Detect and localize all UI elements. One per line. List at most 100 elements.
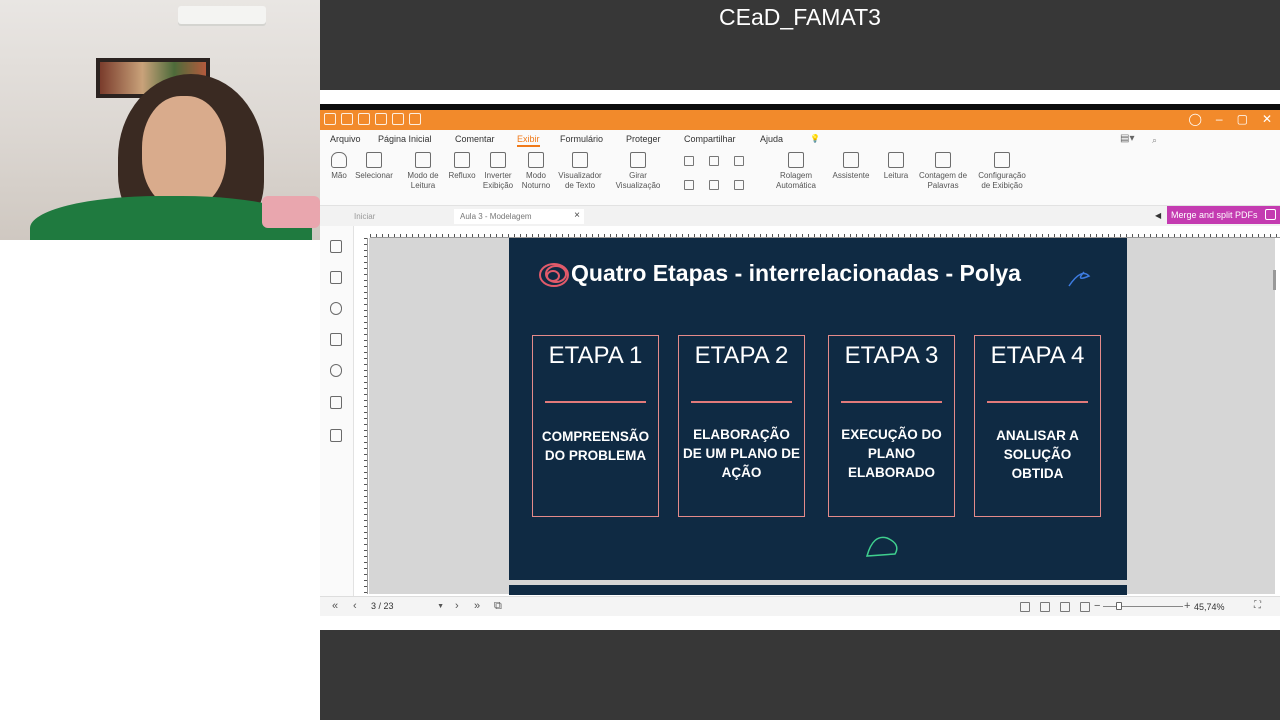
- layers-icon[interactable]: [330, 333, 342, 346]
- tool-inverter-exibicao[interactable]: Inverter Exibição: [480, 152, 516, 191]
- zoom-slider[interactable]: [1103, 606, 1183, 607]
- last-page-icon[interactable]: »: [474, 600, 480, 612]
- merge-split-pdfs-button[interactable]: Merge and split PDFs: [1167, 206, 1280, 224]
- etapa-description: ANALISAR A SOLUÇÃO OBTIDA: [996, 428, 1079, 481]
- maximize-icon[interactable]: ▢: [1237, 112, 1248, 126]
- facing-view-icon[interactable]: [1060, 602, 1070, 612]
- zoom-out-icon[interactable]: −: [1094, 600, 1100, 612]
- redo-icon[interactable]: [409, 113, 421, 125]
- search-icon: ⌕: [1152, 135, 1158, 145]
- tool-label: Modo de Leitura: [407, 171, 439, 190]
- menu-proteger[interactable]: Proteger: [626, 134, 661, 144]
- ribbon-exibir: Mão Selecionar Modo de Leitura Refluxo I…: [320, 148, 1280, 206]
- tool-label: Modo Noturno: [521, 171, 551, 190]
- quick-access-toolbar: [324, 113, 421, 125]
- chevron-down-icon[interactable]: ▼: [437, 600, 444, 613]
- cover-page-icon[interactable]: [684, 180, 694, 190]
- menu-compartilhar[interactable]: Compartilhar: [684, 134, 736, 144]
- tool-label: Assistente: [832, 171, 870, 180]
- menu-formulario[interactable]: Formulário: [560, 134, 603, 144]
- first-page-icon[interactable]: «: [332, 600, 338, 612]
- close-tab-icon[interactable]: ×: [574, 210, 580, 221]
- blue-scribble-annotation: [1068, 271, 1091, 287]
- document-tab-bar: Iniciar Aula 3 - Modelagem × ◀: [320, 206, 1280, 226]
- page-number-field[interactable]: 3 / 23 ▼: [368, 600, 446, 613]
- tool-label: Configuração de Exibição: [978, 171, 1026, 190]
- tool-label: Girar Visualização: [615, 171, 661, 190]
- pages-icon[interactable]: [330, 271, 342, 284]
- tool-girar-visualizacao[interactable]: Girar Visualização: [612, 152, 664, 191]
- menu-ajuda[interactable]: Ajuda: [760, 134, 783, 144]
- document-canvas[interactable]: Quatro Etapas - interrelacionadas - Poly…: [369, 238, 1275, 595]
- tool-label: Leitura: [883, 171, 909, 180]
- undo-icon[interactable]: [392, 113, 404, 125]
- etapa-heading: ETAPA 3: [844, 342, 939, 369]
- security-icon[interactable]: [330, 396, 342, 409]
- print-icon[interactable]: [375, 113, 387, 125]
- separate-cover-icon[interactable]: [709, 180, 719, 190]
- tool-modo-leitura[interactable]: Modo de Leitura: [404, 152, 442, 191]
- vertical-scrollbar[interactable]: [1273, 270, 1276, 290]
- split-view-icon[interactable]: [734, 180, 744, 190]
- zoom-level[interactable]: 45,74%: [1194, 602, 1225, 612]
- card-divider: [691, 401, 792, 403]
- tab-list-arrow-icon[interactable]: ◀: [1155, 211, 1161, 220]
- air-conditioner: [178, 6, 266, 24]
- signature-icon[interactable]: [330, 429, 342, 442]
- menu-comentar[interactable]: Comentar: [455, 134, 495, 144]
- tool-visualizador-texto[interactable]: Visualizador de Texto: [556, 152, 604, 191]
- search-input[interactable]: ⌕: [1150, 132, 1260, 146]
- tool-mao[interactable]: Mão: [328, 152, 350, 181]
- tool-rolagem-automatica[interactable]: Rolagem Automática: [768, 152, 824, 191]
- close-icon[interactable]: ✕: [1262, 112, 1272, 126]
- session-title: CEaD_FAMAT3: [719, 4, 881, 30]
- continuous-page-icon[interactable]: [709, 156, 719, 166]
- tab-document[interactable]: Aula 3 - Modelagem ×: [454, 209, 584, 224]
- tell-me-lightbulb-icon[interactable]: 💡: [810, 134, 820, 143]
- bookmark-icon[interactable]: [330, 240, 342, 253]
- word-count-icon: [935, 152, 951, 168]
- menu-pagina-inicial[interactable]: Página Inicial: [378, 134, 432, 144]
- zoom-in-icon[interactable]: +: [1184, 600, 1190, 612]
- continuous-view-icon[interactable]: [1040, 602, 1050, 612]
- tool-contagem-palavras[interactable]: Contagem de Palavras: [918, 152, 968, 191]
- tool-label: Inverter Exibição: [482, 171, 514, 190]
- next-page-icon[interactable]: ›: [455, 600, 459, 612]
- zoom-slider-thumb[interactable]: [1116, 602, 1122, 610]
- account-icon[interactable]: ◯: [1188, 112, 1201, 126]
- previous-page-icon[interactable]: ‹: [353, 600, 357, 612]
- assistant-icon: [843, 152, 859, 168]
- single-page-icon[interactable]: [684, 156, 694, 166]
- fullscreen-icon[interactable]: ⛶: [1254, 600, 1261, 611]
- tool-selecionar[interactable]: Selecionar: [352, 152, 396, 181]
- attachments-icon[interactable]: [330, 364, 342, 377]
- two-page-icon[interactable]: [734, 156, 744, 166]
- text-viewer-icon: [572, 152, 588, 168]
- green-scribble-annotation: [865, 536, 898, 557]
- menu-exibir[interactable]: Exibir: [517, 134, 540, 147]
- tool-configuracao-exibicao[interactable]: Configuração de Exibição: [974, 152, 1030, 191]
- etapa-description: EXECUÇÃO DO PLANO ELABORADO: [841, 427, 942, 480]
- background-object: [262, 196, 320, 228]
- save-icon[interactable]: [358, 113, 370, 125]
- tool-label: Selecionar: [355, 171, 393, 180]
- layout-icon[interactable]: ▤▾: [1120, 133, 1134, 144]
- tool-leitura[interactable]: Leitura: [880, 152, 912, 181]
- continuous-facing-view-icon[interactable]: [1080, 602, 1090, 612]
- vertical-ruler: [356, 238, 368, 594]
- open-icon[interactable]: [341, 113, 353, 125]
- etapa-heading: ETAPA 2: [694, 342, 789, 369]
- app-logo-icon: [324, 113, 336, 125]
- tool-assistente[interactable]: Assistente: [828, 152, 874, 181]
- merge-pdf-icon: [1265, 209, 1276, 220]
- tool-refluxo[interactable]: Refluxo: [445, 152, 479, 181]
- tab-iniciar[interactable]: Iniciar: [354, 212, 375, 221]
- tool-modo-noturno[interactable]: Modo Noturno: [518, 152, 554, 191]
- comments-icon[interactable]: [330, 302, 342, 315]
- page-view-icon[interactable]: ⧉: [494, 600, 502, 613]
- tool-label: Visualizador de Texto: [558, 171, 602, 190]
- minimize-icon[interactable]: –: [1216, 112, 1223, 126]
- single-page-view-icon[interactable]: [1020, 602, 1030, 612]
- menu-arquivo[interactable]: Arquivo: [330, 134, 361, 144]
- card-divider: [545, 401, 646, 403]
